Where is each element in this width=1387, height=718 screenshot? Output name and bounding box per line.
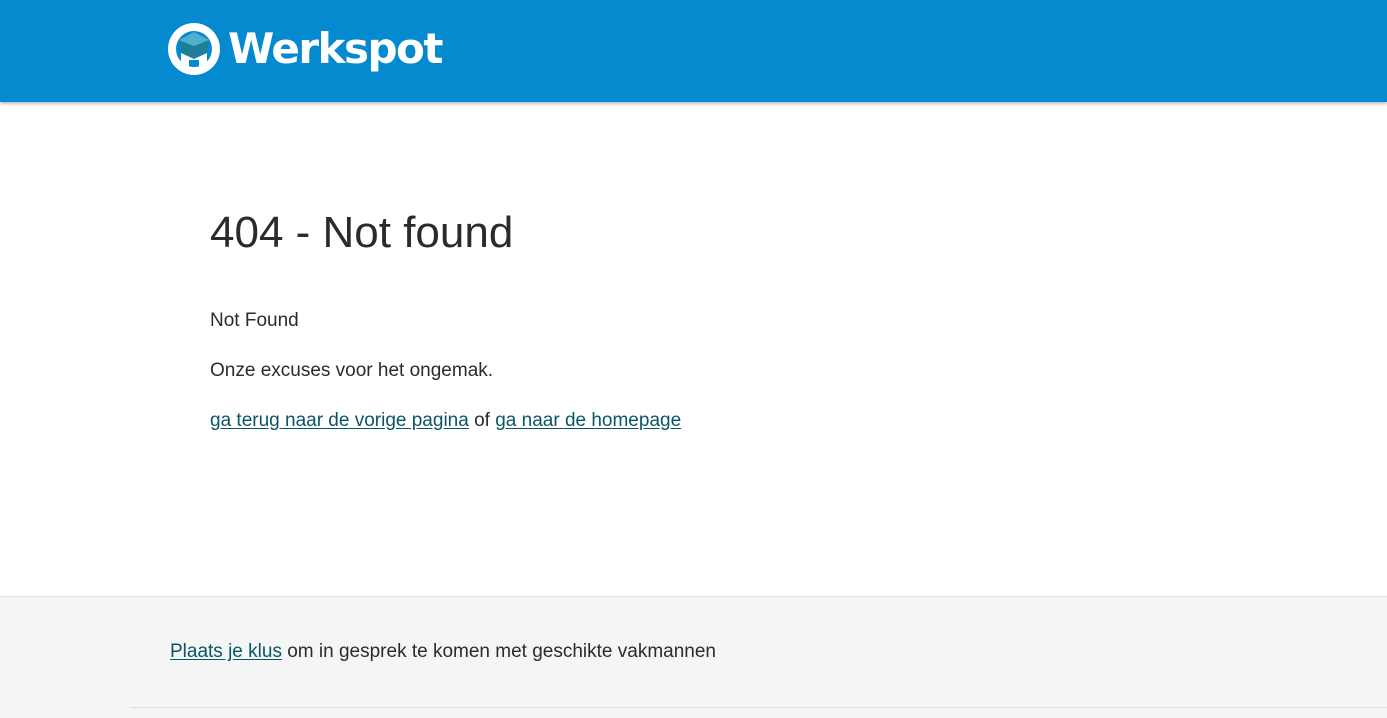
apology-text: Onze excuses voor het ongemak. bbox=[210, 360, 494, 381]
homepage-link[interactable]: ga naar de homepage bbox=[495, 410, 681, 431]
error-message: Not Found bbox=[210, 310, 299, 331]
footer-cta: Plaats je klus om in gesprek te komen me… bbox=[170, 640, 716, 664]
navigation-links: ga terug naar de vorige pagina of ga naa… bbox=[210, 409, 681, 433]
footer-cta-text: om in gesprek te komen met geschikte vak… bbox=[281, 641, 717, 662]
site-header: Werkspot bbox=[0, 0, 1387, 102]
error-content: 404 - Not found bbox=[210, 200, 1110, 266]
werkspot-logo-link[interactable]: Werkspot bbox=[168, 22, 443, 76]
place-job-link[interactable]: Plaats je klus bbox=[170, 641, 282, 662]
link-separator: of bbox=[468, 410, 496, 431]
back-link[interactable]: ga terug naar de vorige pagina bbox=[210, 410, 469, 431]
footer-divider bbox=[130, 707, 1387, 708]
brand-name: Werkspot bbox=[228, 24, 443, 73]
page-title: 404 - Not found bbox=[210, 208, 514, 257]
werkspot-logo-icon bbox=[168, 23, 220, 75]
